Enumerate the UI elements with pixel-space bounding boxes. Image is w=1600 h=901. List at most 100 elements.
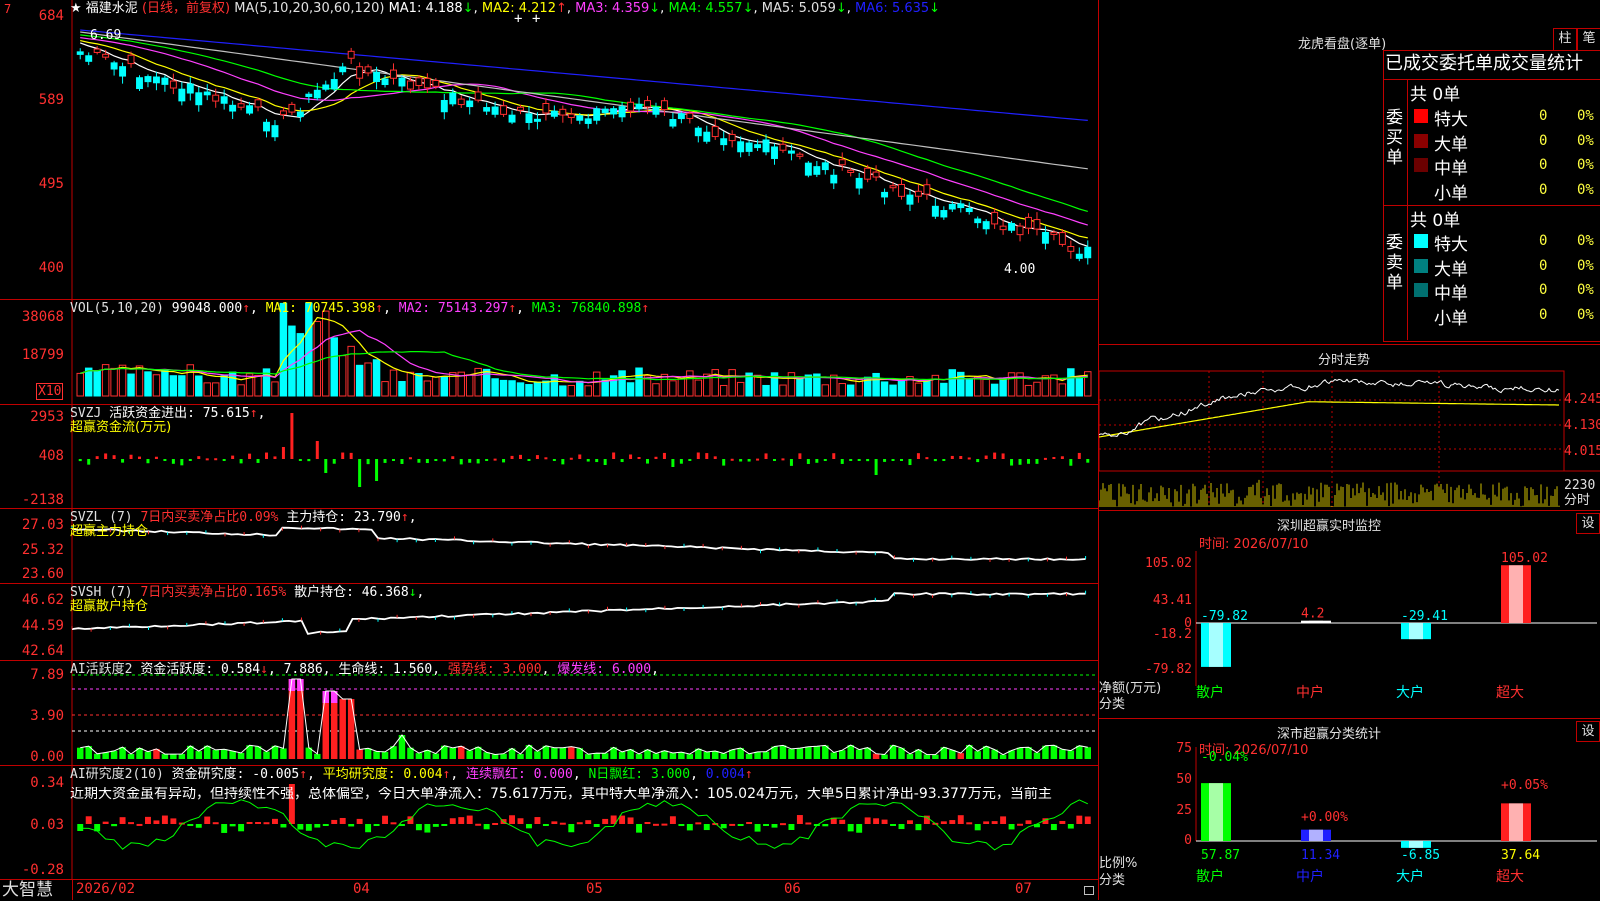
candle [584,118,592,124]
fund-flow-bar [248,453,252,459]
svsh-arrow-icon: ↓ [408,585,417,600]
vol-unit-badge[interactable]: X10 [36,383,64,400]
research-bar [898,824,905,830]
candle [212,94,220,102]
sell-total: 共 0单 [1410,211,1461,231]
activity-bar [517,753,524,759]
fund-flow-bar [324,459,328,473]
fund-flow-bar [1043,457,1047,460]
fund-flow-bar [290,413,294,459]
fund-flow-bar [425,459,429,464]
period-label[interactable]: (日线，前复权) [142,1,230,16]
monitor-panel[interactable]: 深圳超赢实时监控 设 时间: 2026/07/10 105.02 43.41 0 -1… [1099,510,1600,718]
sell-row-label: 小单 [1434,308,1468,329]
volume-bar [432,376,440,397]
candle [711,126,719,138]
svzl-arrow-icon: ↑ [400,510,409,525]
ai-extra-arrow-icon: ↑ [744,767,753,782]
svsh-panel[interactable]: SVSH (7) 7日内买卖净占比0.165% 散户持仓: 46.368↓, 超… [0,584,1098,661]
buy-row-label: 大单 [1434,134,1468,155]
activity-bar [872,753,880,759]
svzj-y-label: 2953 [30,409,64,425]
lock-icon[interactable] [1084,886,1094,895]
research-bar [255,821,261,824]
sell-color-swatch [1414,283,1428,297]
star-icon[interactable]: ★ [70,1,82,16]
ma4-arrow-icon: ↓ [742,1,754,16]
bar-mode-button[interactable]: 柱 [1553,28,1577,51]
ai1-y-label: 7.89 [30,667,64,683]
value-bar-highlight [1209,783,1223,841]
candle [940,210,948,218]
activity-bar [906,753,914,759]
candle [720,138,728,146]
research-bar [737,824,744,826]
sell-row-label: 中单 [1434,284,1468,304]
fund-flow-bar [510,455,514,459]
ai-research-panel[interactable]: AI研究度2(10) 资金研究度: -0.005↑, 平均研究度: 0.004↑… [0,766,1098,880]
research-bar [221,824,228,833]
bar-y-label: 105.02 [1145,556,1192,571]
research-bar [77,824,84,832]
activity-bar [500,753,507,759]
research-bar [119,817,126,824]
buy-row-label: 特大 [1434,110,1468,130]
buy-color-swatch [1414,133,1428,148]
research-bar [365,824,372,833]
candle [432,79,440,87]
volume-bar [330,337,338,397]
activity-bar [534,751,541,759]
activity-bar [77,747,84,759]
bar-value-label: -29.41 [1401,609,1448,624]
candle [508,114,516,123]
research-bar [466,815,473,824]
stock-name: 福建水泥 [85,1,138,16]
activity-bar [839,750,846,759]
activity-bar [669,753,677,759]
ai-activity-panel[interactable]: AI活跃度2 资金活跃度: 0.584↓, 7.886, 生命线: 1.560,… [0,661,1098,766]
volume-bar [415,373,423,397]
candle [965,207,973,213]
tick-mode-button[interactable]: 笔 [1577,28,1600,51]
fund-flow-bar [332,459,336,464]
volume-bar [965,379,973,397]
candle [948,203,956,210]
vol-arrow-icon: ↑ [242,301,251,316]
svzl-panel[interactable]: SVZL (7) 7日内买卖净占比0.09% 主力持仓: 23.790↑, 超赢… [0,509,1098,584]
activity-bar [170,754,177,759]
candle [533,118,541,122]
fund-flow-bar [265,452,268,459]
fund-flow-bar [341,452,345,459]
fenshi-panel[interactable]: 分时走势 4.245 4.130 4.015 2230 分时 [1099,344,1600,510]
candle [1033,219,1041,230]
research-bar [136,823,143,826]
fund-flow-bar [197,456,201,459]
candle [550,110,558,117]
research-bar [940,821,947,824]
fund-flow-bar [451,456,455,459]
buy-color-swatch [1414,109,1428,123]
classify-panel[interactable]: 深市超赢分类统计 设 时间: 2026/07/10 75 50 25 0 57.87 散户… [1099,718,1600,901]
svsh-y-label: 42.64 [21,643,64,659]
dragon-header: 已成交委托单成交量统计 [1385,53,1583,74]
fund-flow-bar [925,457,929,460]
candle [872,171,880,178]
candle [821,162,829,171]
research-bar [915,824,922,831]
fund-flow-bar [1001,453,1005,459]
svzj-panel[interactable]: SVZJ 活跃资金进出: 75.615↑, 超赢资金流(万元) 2953 408… [0,405,1098,509]
volume-bar [576,380,584,397]
bar-category-label: 中户 [1296,868,1324,885]
activity-bar [102,752,109,759]
volume-bar [135,365,144,397]
kline-panel[interactable]: 7 ★ 福建水泥 (日线，前复权) MA(5,10,20,30,60,120) … [0,0,1098,300]
candle [254,99,262,108]
activity-bar [263,751,270,759]
fund-flow-bar [1052,457,1056,460]
ai-comment-text: 近期大资金虽有异动，但持续性不强，总体偏空，今日大单净流入：75.617万元，其… [70,787,1052,802]
volume-panel[interactable]: VOL(5,10,20) 99048.000↑, MA1: 70745.398↑… [0,300,1098,405]
research-bar [331,819,338,824]
fund-flow-bar [1010,459,1014,466]
volume-bar [178,375,186,397]
buy-row-percent: 0% [1577,108,1594,124]
